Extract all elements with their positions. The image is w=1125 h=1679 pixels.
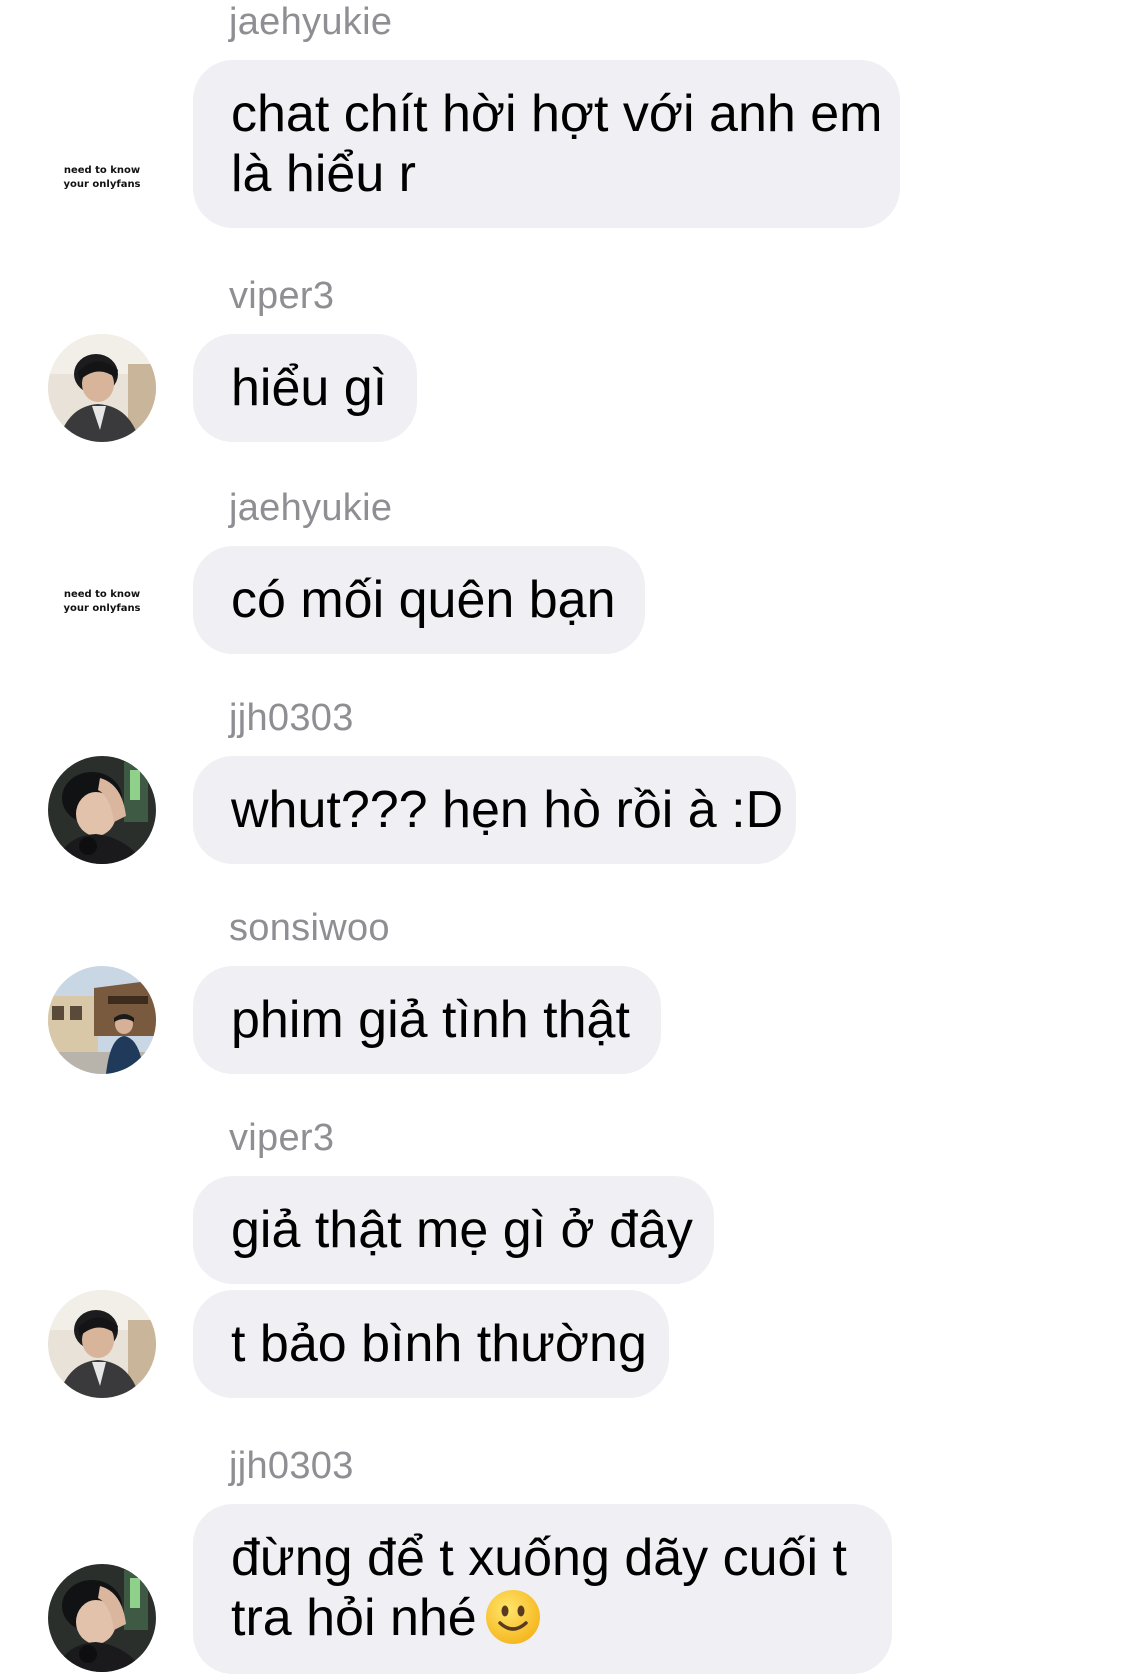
- avatar-photo-icon: [48, 334, 156, 442]
- avatar[interactable]: [48, 334, 156, 442]
- message-text: t bảo bình thường: [231, 1315, 647, 1373]
- avatar-photo-icon: [48, 756, 156, 864]
- avatar[interactable]: [48, 966, 156, 1074]
- avatar[interactable]: need to know your onlyfans: [48, 164, 156, 204]
- message-bubble[interactable]: hiểu gì: [193, 334, 417, 442]
- message-text: có mối quên bạn: [231, 571, 616, 629]
- message-text: chat chít hời hợt với anh em: [231, 85, 883, 143]
- avatar-text-line: your onlyfans: [63, 179, 141, 190]
- message-bubble[interactable]: t bảo bình thường: [193, 1290, 669, 1398]
- message-text: giả thật mẹ gì ở đây: [231, 1201, 693, 1259]
- message-text: đừng để t xuống dãy cuối t: [231, 1529, 847, 1587]
- avatar-photo-icon: [48, 1290, 156, 1398]
- message-text: phim giả tình thật: [231, 991, 630, 1049]
- avatar-photo-icon: [48, 966, 156, 1074]
- avatar-text-line: need to know: [63, 589, 141, 600]
- sender-name: jjh0303: [229, 697, 354, 739]
- message-bubble[interactable]: whut??? hẹn hò rồi à :D: [193, 756, 796, 864]
- avatar-text-line: need to know: [63, 165, 141, 176]
- sender-name: jaehyukie: [229, 487, 393, 529]
- message-bubble[interactable]: đừng để t xuống dãy cuối t tra hỏi nhé: [193, 1504, 892, 1674]
- message-bubble[interactable]: chat chít hời hợt với anh em là hiểu r: [193, 60, 900, 228]
- sender-name: viper3: [229, 275, 335, 317]
- sender-name: sonsiwoo: [229, 907, 390, 949]
- avatar-text-line: your onlyfans: [63, 603, 141, 614]
- message-text-line: tra hỏi nhé: [231, 1588, 854, 1648]
- message-bubble[interactable]: phim giả tình thật: [193, 966, 661, 1074]
- sender-name: viper3: [229, 1117, 335, 1159]
- sender-name: jjh0303: [229, 1445, 354, 1487]
- chat-thread: jaehyukie need to know your onlyfans cha…: [0, 0, 1125, 1679]
- avatar[interactable]: [48, 756, 156, 864]
- sender-name: jaehyukie: [229, 1, 393, 43]
- message-bubble[interactable]: có mối quên bạn: [193, 546, 645, 654]
- avatar[interactable]: need to know your onlyfans: [48, 588, 156, 628]
- avatar[interactable]: [48, 1290, 156, 1398]
- avatar-photo-icon: [48, 1564, 156, 1672]
- avatar[interactable]: [48, 1564, 156, 1672]
- message-text: tra hỏi nhé: [231, 1589, 477, 1647]
- message-text: hiểu gì: [231, 359, 388, 417]
- message-bubble[interactable]: giả thật mẹ gì ở đây: [193, 1176, 714, 1284]
- slightly-smiling-face-icon: [485, 1589, 541, 1645]
- message-text: là hiểu r: [231, 145, 416, 203]
- message-text: whut??? hẹn hò rồi à :D: [231, 781, 784, 839]
